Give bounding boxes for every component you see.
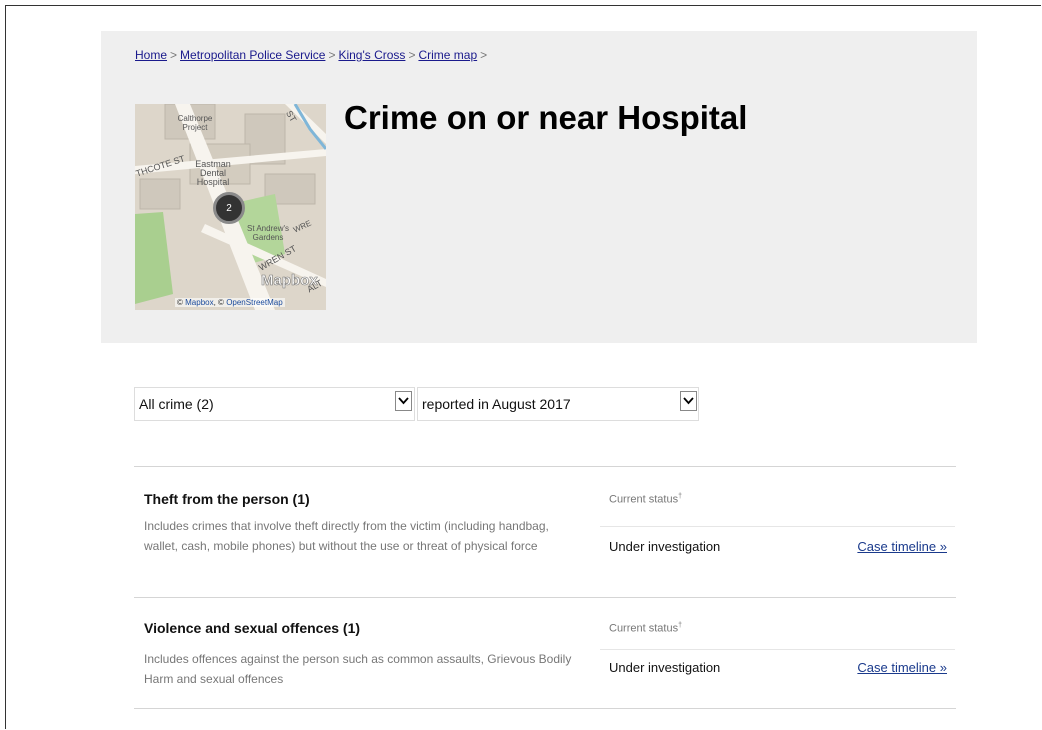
crime-category-value: All crime (2) xyxy=(139,396,214,412)
crime-category-title: Theft from the person (1) xyxy=(144,491,310,507)
breadcrumb: Home > Metropolitan Police Service > King's … xyxy=(135,48,490,62)
status-divider xyxy=(600,649,955,650)
location-map[interactable]: Calthorpe Project THCOTE ST ST Eastman D… xyxy=(135,104,326,310)
map-label-hospital: Eastman Dental Hospital xyxy=(195,159,231,187)
status-heading: Current status† xyxy=(609,493,682,506)
case-timeline-link[interactable]: Case timeline » xyxy=(857,539,947,554)
status-footnote-mark: † xyxy=(678,622,682,629)
map-label-calthorpe: Calthorpe Project xyxy=(177,114,213,132)
status-heading: Current status† xyxy=(609,622,682,635)
attribution-mapbox-link[interactable]: Mapbox xyxy=(185,298,213,307)
breadcrumb-home[interactable]: Home xyxy=(135,48,167,62)
attribution-separator: , © xyxy=(213,298,224,307)
map-attribution: © Mapbox, © OpenStreetMap xyxy=(175,298,285,307)
divider xyxy=(134,597,956,598)
chevron-down-icon[interactable] xyxy=(680,391,697,411)
reported-period-value: reported in August 2017 xyxy=(422,396,571,412)
status-footnote-mark: † xyxy=(678,493,682,500)
crime-status: Under investigation xyxy=(609,539,721,554)
breadcrumb-separator: > xyxy=(328,48,336,62)
status-divider xyxy=(600,526,955,527)
breadcrumb-crime-map[interactable]: Crime map xyxy=(418,48,477,62)
attribution-osm-link[interactable]: OpenStreetMap xyxy=(226,298,282,307)
breadcrumb-separator: > xyxy=(170,48,178,62)
attribution-copyright: © xyxy=(177,298,183,307)
mapbox-logo: Mapbox xyxy=(261,272,318,290)
divider xyxy=(134,466,956,467)
crime-status: Under investigation xyxy=(609,660,721,675)
page-header: Home > Metropolitan Police Service > King's … xyxy=(101,31,977,343)
crime-category-description: Includes crimes that involve theft direc… xyxy=(144,519,549,553)
status-heading-text: Current status xyxy=(609,622,679,635)
case-timeline-link[interactable]: Case timeline » xyxy=(857,660,947,675)
breadcrumb-separator: > xyxy=(408,48,416,62)
crime-category-title: Violence and sexual offences (1) xyxy=(144,620,361,636)
crime-category-select[interactable]: All crime (2) xyxy=(134,387,415,421)
page-title: Crime on or near Hospital xyxy=(344,99,748,136)
crime-category-description: Includes offences against the person suc… xyxy=(144,652,572,686)
crime-cluster-marker[interactable]: 2 xyxy=(213,192,245,224)
reported-period-select[interactable]: reported in August 2017 xyxy=(417,387,699,421)
breadcrumb-separator: > xyxy=(480,48,488,62)
breadcrumb-force[interactable]: Metropolitan Police Service xyxy=(180,48,325,62)
chevron-down-icon[interactable] xyxy=(395,391,412,411)
map-label-gardens: St Andrew's Gardens xyxy=(247,224,289,242)
status-heading-text: Current status xyxy=(609,493,679,506)
breadcrumb-area[interactable]: King's Cross xyxy=(338,48,405,62)
divider xyxy=(134,708,956,709)
